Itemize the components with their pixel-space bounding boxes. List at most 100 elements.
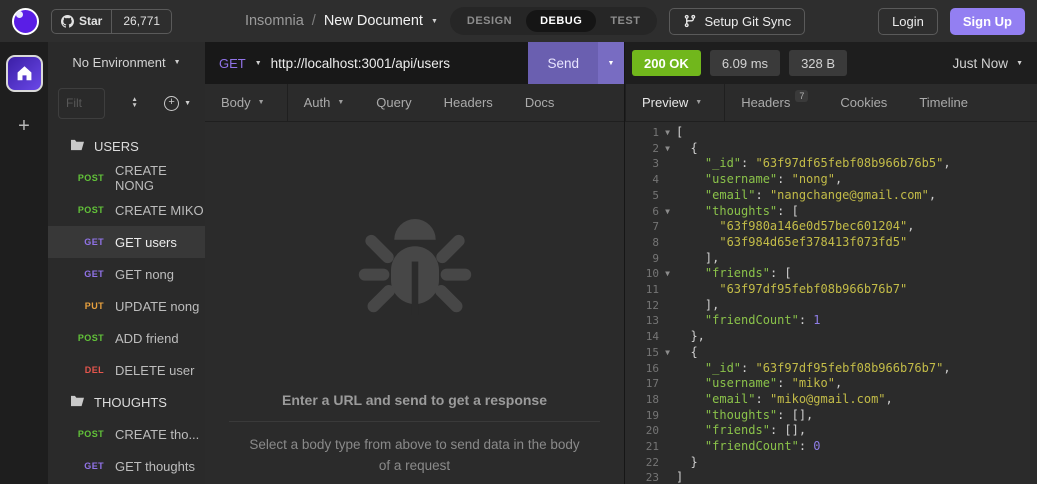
line-number: 5 xyxy=(652,188,659,202)
fold-caret-icon[interactable]: ▼ xyxy=(659,141,676,157)
code-line: 13 "friendCount": 1 xyxy=(625,313,1037,329)
sidebar-folder-thoughts[interactable]: THOUGHTS xyxy=(48,386,205,418)
line-number: 4 xyxy=(652,173,659,187)
mode-tab-debug[interactable]: DEBUG xyxy=(526,10,597,32)
code-line: 22 } xyxy=(625,455,1037,471)
code-text: "thoughts": [], xyxy=(704,407,814,422)
fold-caret-icon[interactable]: ▼ xyxy=(659,345,676,361)
sidebar-request-create-miko[interactable]: POST CREATE MIKO xyxy=(48,194,205,226)
create-request-button[interactable]: + ▼ xyxy=(164,95,191,111)
signup-button[interactable]: Sign Up xyxy=(949,7,1025,35)
filter-input[interactable] xyxy=(58,87,105,119)
line-number: 21 xyxy=(645,440,659,454)
request-pane: GET ▼ http://localhost:3001/api/users Se… xyxy=(205,42,625,484)
tab-label: Cookies xyxy=(840,95,888,110)
code-text: ], xyxy=(676,297,720,312)
insomnia-logo[interactable] xyxy=(12,7,39,35)
star-label: Star xyxy=(79,14,103,28)
sidebar-request-delete-user[interactable]: DEL DELETE user xyxy=(48,354,205,386)
home-button[interactable] xyxy=(5,55,43,92)
signup-label: Sign Up xyxy=(962,13,1012,29)
request-tab-docs[interactable]: Docs xyxy=(509,84,571,121)
sidebar-request-get-thoughts[interactable]: GET GET thoughts xyxy=(48,450,205,482)
folder-label: USERS xyxy=(94,138,139,154)
line-number: 20 xyxy=(645,424,659,438)
line-number: 14 xyxy=(645,330,659,344)
code-line: 15 ▼ { xyxy=(625,345,1037,361)
tab-label: Headers xyxy=(741,95,791,110)
sidebar-request-add-friend[interactable]: POST ADD friend xyxy=(48,322,205,354)
tab-count-badge: 7 xyxy=(795,89,809,102)
response-tab-timeline[interactable]: Timeline xyxy=(903,84,984,121)
code-line: 9 ], xyxy=(625,251,1037,267)
code-text: "thoughts": [ xyxy=(704,203,799,218)
folder-label: THOUGHTS xyxy=(94,394,167,410)
environment-dropdown[interactable]: No Environment ▼ xyxy=(48,42,205,82)
code-line: 10 ▼ "friends": [ xyxy=(625,266,1037,282)
sidebar-request-update-nong[interactable]: PUT UPDATE nong xyxy=(48,290,205,322)
request-tab-query[interactable]: Query xyxy=(360,84,427,121)
fold-caret-icon[interactable]: ▼ xyxy=(659,125,676,141)
plus-circle-icon: + xyxy=(164,95,180,111)
code-line: 17 "username": "miko", xyxy=(625,376,1037,392)
breadcrumb[interactable]: Insomnia / New Document ▼ xyxy=(245,13,438,29)
code-line: 20 "friends": [], xyxy=(625,423,1037,439)
code-line: 6 ▼ "thoughts": [ xyxy=(625,204,1037,220)
fold-caret-icon[interactable]: ▼ xyxy=(659,266,676,282)
send-options-button[interactable]: ▼ xyxy=(598,42,624,84)
mode-tab-test[interactable]: TEST xyxy=(596,10,654,32)
sidebar-request-get-users[interactable]: GET GET users xyxy=(48,226,205,258)
mode-tab-design[interactable]: DESIGN xyxy=(453,10,526,32)
github-star-widget[interactable]: Star 26,771 xyxy=(51,8,173,34)
tab-label: Headers xyxy=(443,95,493,110)
add-workspace-button[interactable]: + xyxy=(18,116,30,136)
line-number: 6 xyxy=(652,204,659,218)
request-tab-headers[interactable]: Headers xyxy=(428,84,509,121)
line-number: 1 xyxy=(652,126,659,139)
response-history-dropdown[interactable]: Just Now ▼ xyxy=(953,56,1023,71)
response-time-badge: 6.09 ms xyxy=(709,50,781,76)
sort-icon[interactable]: ▲ ▼ xyxy=(131,96,137,109)
code-line: 23] xyxy=(625,470,1037,484)
sidebar-request-create-tho-[interactable]: POST CREATE tho... xyxy=(48,418,205,450)
line-number: 22 xyxy=(645,455,659,469)
code-text: } xyxy=(676,454,698,469)
url-input[interactable]: http://localhost:3001/api/users xyxy=(271,56,529,71)
code-text: "friendCount": 0 xyxy=(704,439,821,454)
chevron-down-icon: ▼ xyxy=(337,99,345,106)
request-method-dropdown[interactable]: GET xyxy=(205,56,255,71)
code-text: "63f97df95febf08b966b76b7" xyxy=(719,282,908,297)
status-badge: 200 OK xyxy=(632,50,701,76)
empty-state-subtitle: Select a body type from above to send da… xyxy=(249,437,580,473)
chevron-down-icon: ▼ xyxy=(173,58,181,66)
response-tab-bar: Preview ▼ Headers 7 Cookies Timeline xyxy=(625,84,1037,122)
chevron-down-icon: ▼ xyxy=(254,59,262,67)
response-tab-cookies[interactable]: Cookies xyxy=(824,84,903,121)
line-number: 9 xyxy=(652,251,659,265)
line-number: 18 xyxy=(645,392,659,406)
request-tab-auth[interactable]: Auth ▼ xyxy=(288,84,361,121)
home-icon xyxy=(17,66,31,81)
method-tag: POST xyxy=(77,333,104,343)
response-tab-preview[interactable]: Preview ▼ xyxy=(625,84,726,121)
request-tab-body[interactable]: Body ▼ xyxy=(205,84,288,121)
line-number: 8 xyxy=(652,235,659,249)
sidebar-request-get-nong[interactable]: GET GET nong xyxy=(48,258,205,290)
sidebar-request-create-nong[interactable]: POST CREATE NONG xyxy=(48,162,205,194)
fold-caret-icon[interactable]: ▼ xyxy=(659,204,676,220)
login-button[interactable]: Login xyxy=(878,7,938,35)
tab-label: Preview xyxy=(642,95,689,110)
sidebar-folder-users[interactable]: USERS xyxy=(48,130,205,162)
send-button[interactable]: Send xyxy=(528,42,598,84)
method-tag: GET xyxy=(84,269,104,279)
response-tab-headers[interactable]: Headers 7 xyxy=(725,84,824,121)
line-number: 13 xyxy=(645,314,659,328)
setup-git-sync-button[interactable]: Setup Git Sync xyxy=(669,7,806,35)
